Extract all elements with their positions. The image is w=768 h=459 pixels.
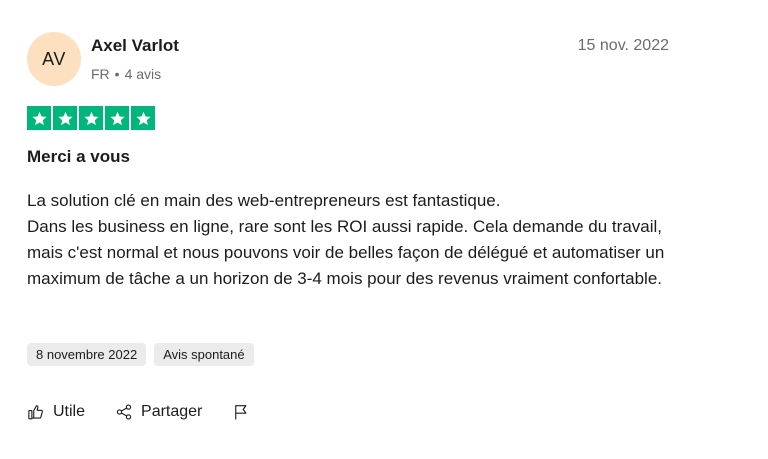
star-icon bbox=[79, 106, 103, 130]
review-body-line: La solution clé en main des web-entrepre… bbox=[27, 191, 501, 210]
share-label: Partager bbox=[141, 403, 203, 420]
share-button[interactable]: Partager bbox=[115, 403, 202, 421]
review-tags: 8 novembre 2022 Avis spontané bbox=[27, 343, 254, 366]
thumbs-up-icon bbox=[28, 405, 43, 420]
star-icon bbox=[105, 106, 129, 130]
review-body-line: Dans les business en ligne, rare sont le… bbox=[27, 217, 665, 288]
report-button[interactable] bbox=[232, 403, 250, 421]
useful-label: Utile bbox=[53, 403, 86, 420]
useful-button[interactable]: Utile bbox=[27, 403, 85, 421]
author-review-count: 4 avis bbox=[124, 66, 162, 82]
star-icon bbox=[53, 106, 77, 130]
review-date: 15 nov. 2022 bbox=[577, 37, 669, 54]
star-icon bbox=[27, 106, 51, 130]
review-title[interactable]: Merci a vous bbox=[27, 147, 130, 167]
author-name[interactable]: Axel Varlot bbox=[91, 36, 179, 56]
review-source-badge[interactable]: Avis spontané bbox=[154, 343, 254, 366]
author-country: FR bbox=[91, 66, 110, 82]
review-actions: Utile Partager bbox=[27, 403, 280, 421]
experience-date-badge: 8 novembre 2022 bbox=[27, 343, 147, 366]
meta-separator: • bbox=[114, 66, 120, 82]
star-rating bbox=[27, 106, 155, 130]
flag-icon bbox=[235, 405, 247, 420]
star-icon bbox=[131, 106, 155, 130]
share-icon bbox=[116, 404, 132, 420]
review-body: La solution clé en main des web-entrepre… bbox=[27, 188, 677, 292]
avatar[interactable]: AV bbox=[27, 32, 81, 86]
review-card: AV Axel Varlot FR • 4 avis 15 nov. 2022 … bbox=[0, 0, 768, 459]
author-meta: FR • 4 avis bbox=[91, 66, 161, 82]
avatar-initials: AV bbox=[42, 48, 66, 69]
